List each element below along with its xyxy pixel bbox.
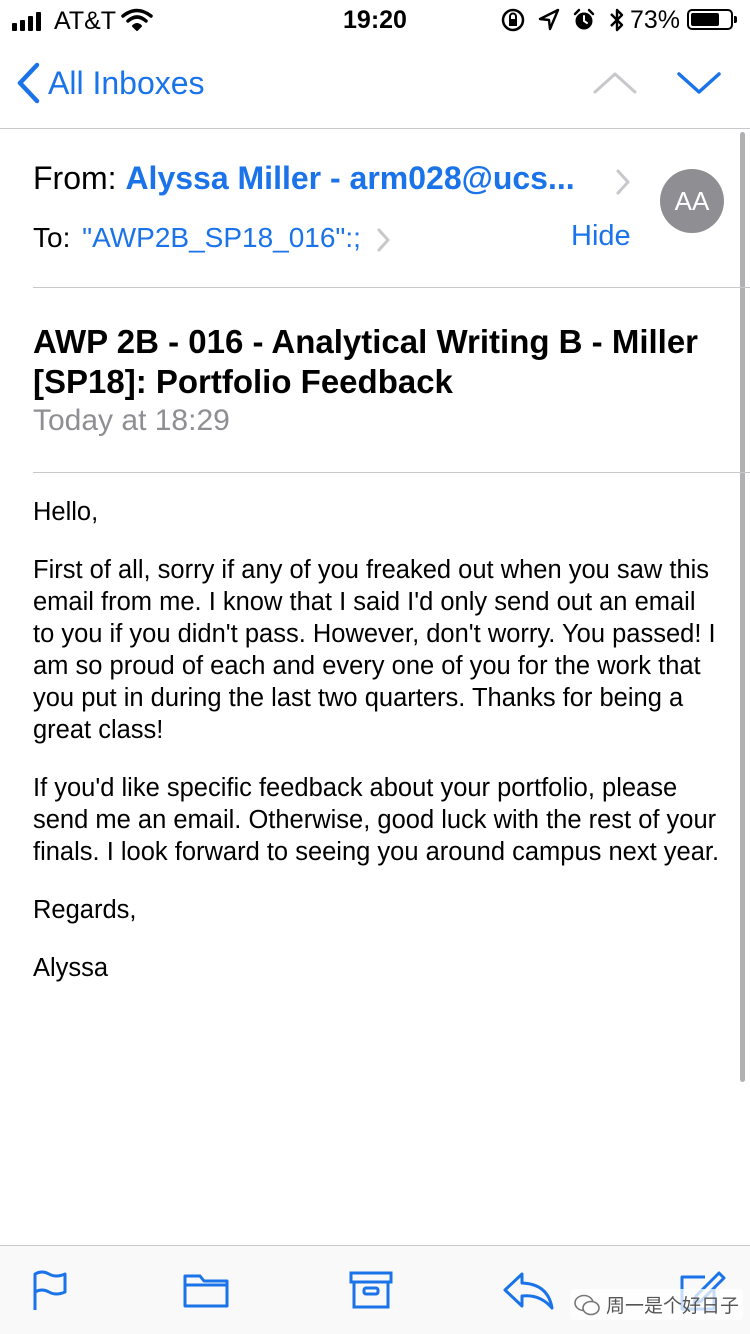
to-field[interactable]: To: "AWP2B_SP18_016":; bbox=[33, 222, 361, 254]
location-arrow-icon bbox=[538, 8, 560, 31]
sender-address[interactable]: Alyssa Miller - arm028@ucs... bbox=[125, 160, 574, 196]
body-paragraph: Hello, bbox=[33, 498, 99, 526]
message-date: Today at 18:29 bbox=[33, 404, 230, 437]
mail-message-screen: AT&T 19:20 73% All Inboxes From: Alyssa … bbox=[0, 0, 750, 1334]
to-label: To: bbox=[33, 222, 71, 253]
body-paragraph: If you'd like specific feedback about yo… bbox=[33, 774, 720, 866]
chevron-right-icon bbox=[616, 169, 630, 195]
scrollbar[interactable] bbox=[740, 132, 745, 1082]
reply-icon[interactable] bbox=[502, 1270, 556, 1312]
wechat-icon bbox=[574, 1294, 600, 1315]
divider bbox=[33, 287, 750, 288]
message-body: Hello, First of all, sorry if any of you… bbox=[33, 496, 723, 1010]
bluetooth-icon bbox=[610, 8, 624, 32]
recipient-address[interactable]: "AWP2B_SP18_016":; bbox=[82, 222, 361, 253]
back-button[interactable]: All Inboxes bbox=[16, 62, 205, 104]
archive-icon[interactable] bbox=[349, 1270, 393, 1310]
from-label: From: bbox=[33, 160, 117, 196]
flag-icon[interactable] bbox=[32, 1270, 68, 1312]
rotation-lock-icon bbox=[501, 8, 525, 32]
watermark-text: 周一是个好日子 bbox=[606, 1296, 740, 1317]
body-paragraph: First of all, sorry if any of you freake… bbox=[33, 556, 716, 744]
battery-icon bbox=[687, 9, 737, 30]
battery-level bbox=[691, 13, 719, 26]
watermark: 周一是个好日子 bbox=[570, 1289, 744, 1320]
chevron-right-icon bbox=[377, 228, 390, 252]
status-bar: AT&T 19:20 73% bbox=[0, 0, 750, 40]
body-paragraph: Regards, bbox=[33, 896, 137, 924]
body-paragraph: Alyssa bbox=[33, 954, 109, 982]
folder-icon[interactable] bbox=[183, 1270, 229, 1310]
message-subject: AWP 2B - 016 - Analytical Writing B - Mi… bbox=[33, 323, 699, 400]
from-field[interactable]: From: Alyssa Miller - arm028@ucs... bbox=[33, 160, 633, 197]
alarm-icon bbox=[573, 8, 595, 30]
hide-details-button[interactable]: Hide bbox=[571, 220, 631, 253]
divider bbox=[33, 472, 750, 473]
previous-message-button[interactable] bbox=[592, 70, 638, 96]
navigation-bar: All Inboxes bbox=[0, 40, 750, 129]
back-button-label: All Inboxes bbox=[48, 64, 205, 101]
chevron-left-icon bbox=[17, 62, 40, 104]
next-message-button[interactable] bbox=[676, 70, 722, 96]
avatar[interactable]: AA bbox=[660, 169, 724, 233]
status-icons bbox=[500, 7, 626, 33]
battery-percentage: 73% bbox=[630, 6, 681, 34]
